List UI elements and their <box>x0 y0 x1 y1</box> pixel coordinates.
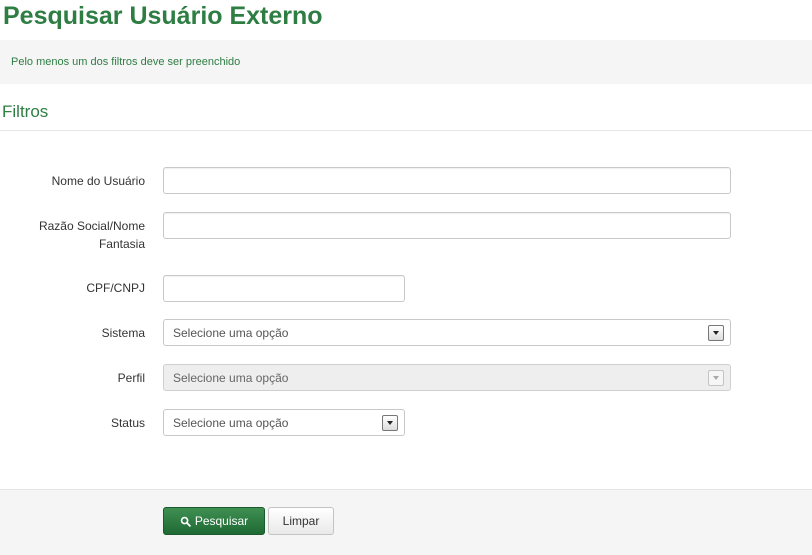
perfil-select: Selecione uma opção <box>163 364 731 391</box>
page-title: Pesquisar Usuário Externo <box>3 2 323 30</box>
sistema-label: Sistema <box>101 326 145 340</box>
status-select[interactable]: Selecione uma opção <box>163 409 405 436</box>
chevron-down-icon[interactable] <box>708 325 724 341</box>
nome-usuario-label: Nome do Usuário <box>51 174 145 188</box>
sistema-select[interactable]: Selecione uma opção <box>163 319 731 346</box>
form-actions-bar <box>0 489 812 555</box>
cpf-cnpj-label: CPF/CNPJ <box>86 281 145 295</box>
filters-section-title: Filtros <box>2 102 49 121</box>
razao-social-label: Razão Social/Nome Fantasia <box>38 219 145 251</box>
perfil-selected-value: Selecione uma opção <box>173 371 289 385</box>
status-selected-value: Selecione uma opção <box>173 416 289 430</box>
section-divider <box>0 130 812 131</box>
search-icon <box>180 516 191 527</box>
status-label: Status <box>110 416 145 430</box>
sistema-selected-value: Selecione uma opção <box>173 326 289 340</box>
nome-usuario-input[interactable] <box>163 167 731 194</box>
chevron-down-icon[interactable] <box>382 415 398 431</box>
search-button[interactable]: Pesquisar <box>163 507 265 535</box>
razao-social-input[interactable] <box>163 212 731 239</box>
validation-alert: Pelo menos um dos filtros deve ser preen… <box>0 40 812 84</box>
chevron-down-icon <box>708 370 724 386</box>
clear-button-label: Limpar <box>282 514 320 528</box>
cpf-cnpj-input[interactable] <box>163 275 405 302</box>
search-button-label: Pesquisar <box>194 514 249 528</box>
alert-message: Pelo menos um dos filtros deve ser preen… <box>11 56 241 68</box>
clear-button[interactable]: Limpar <box>268 507 334 535</box>
perfil-label: Perfil <box>117 371 145 385</box>
